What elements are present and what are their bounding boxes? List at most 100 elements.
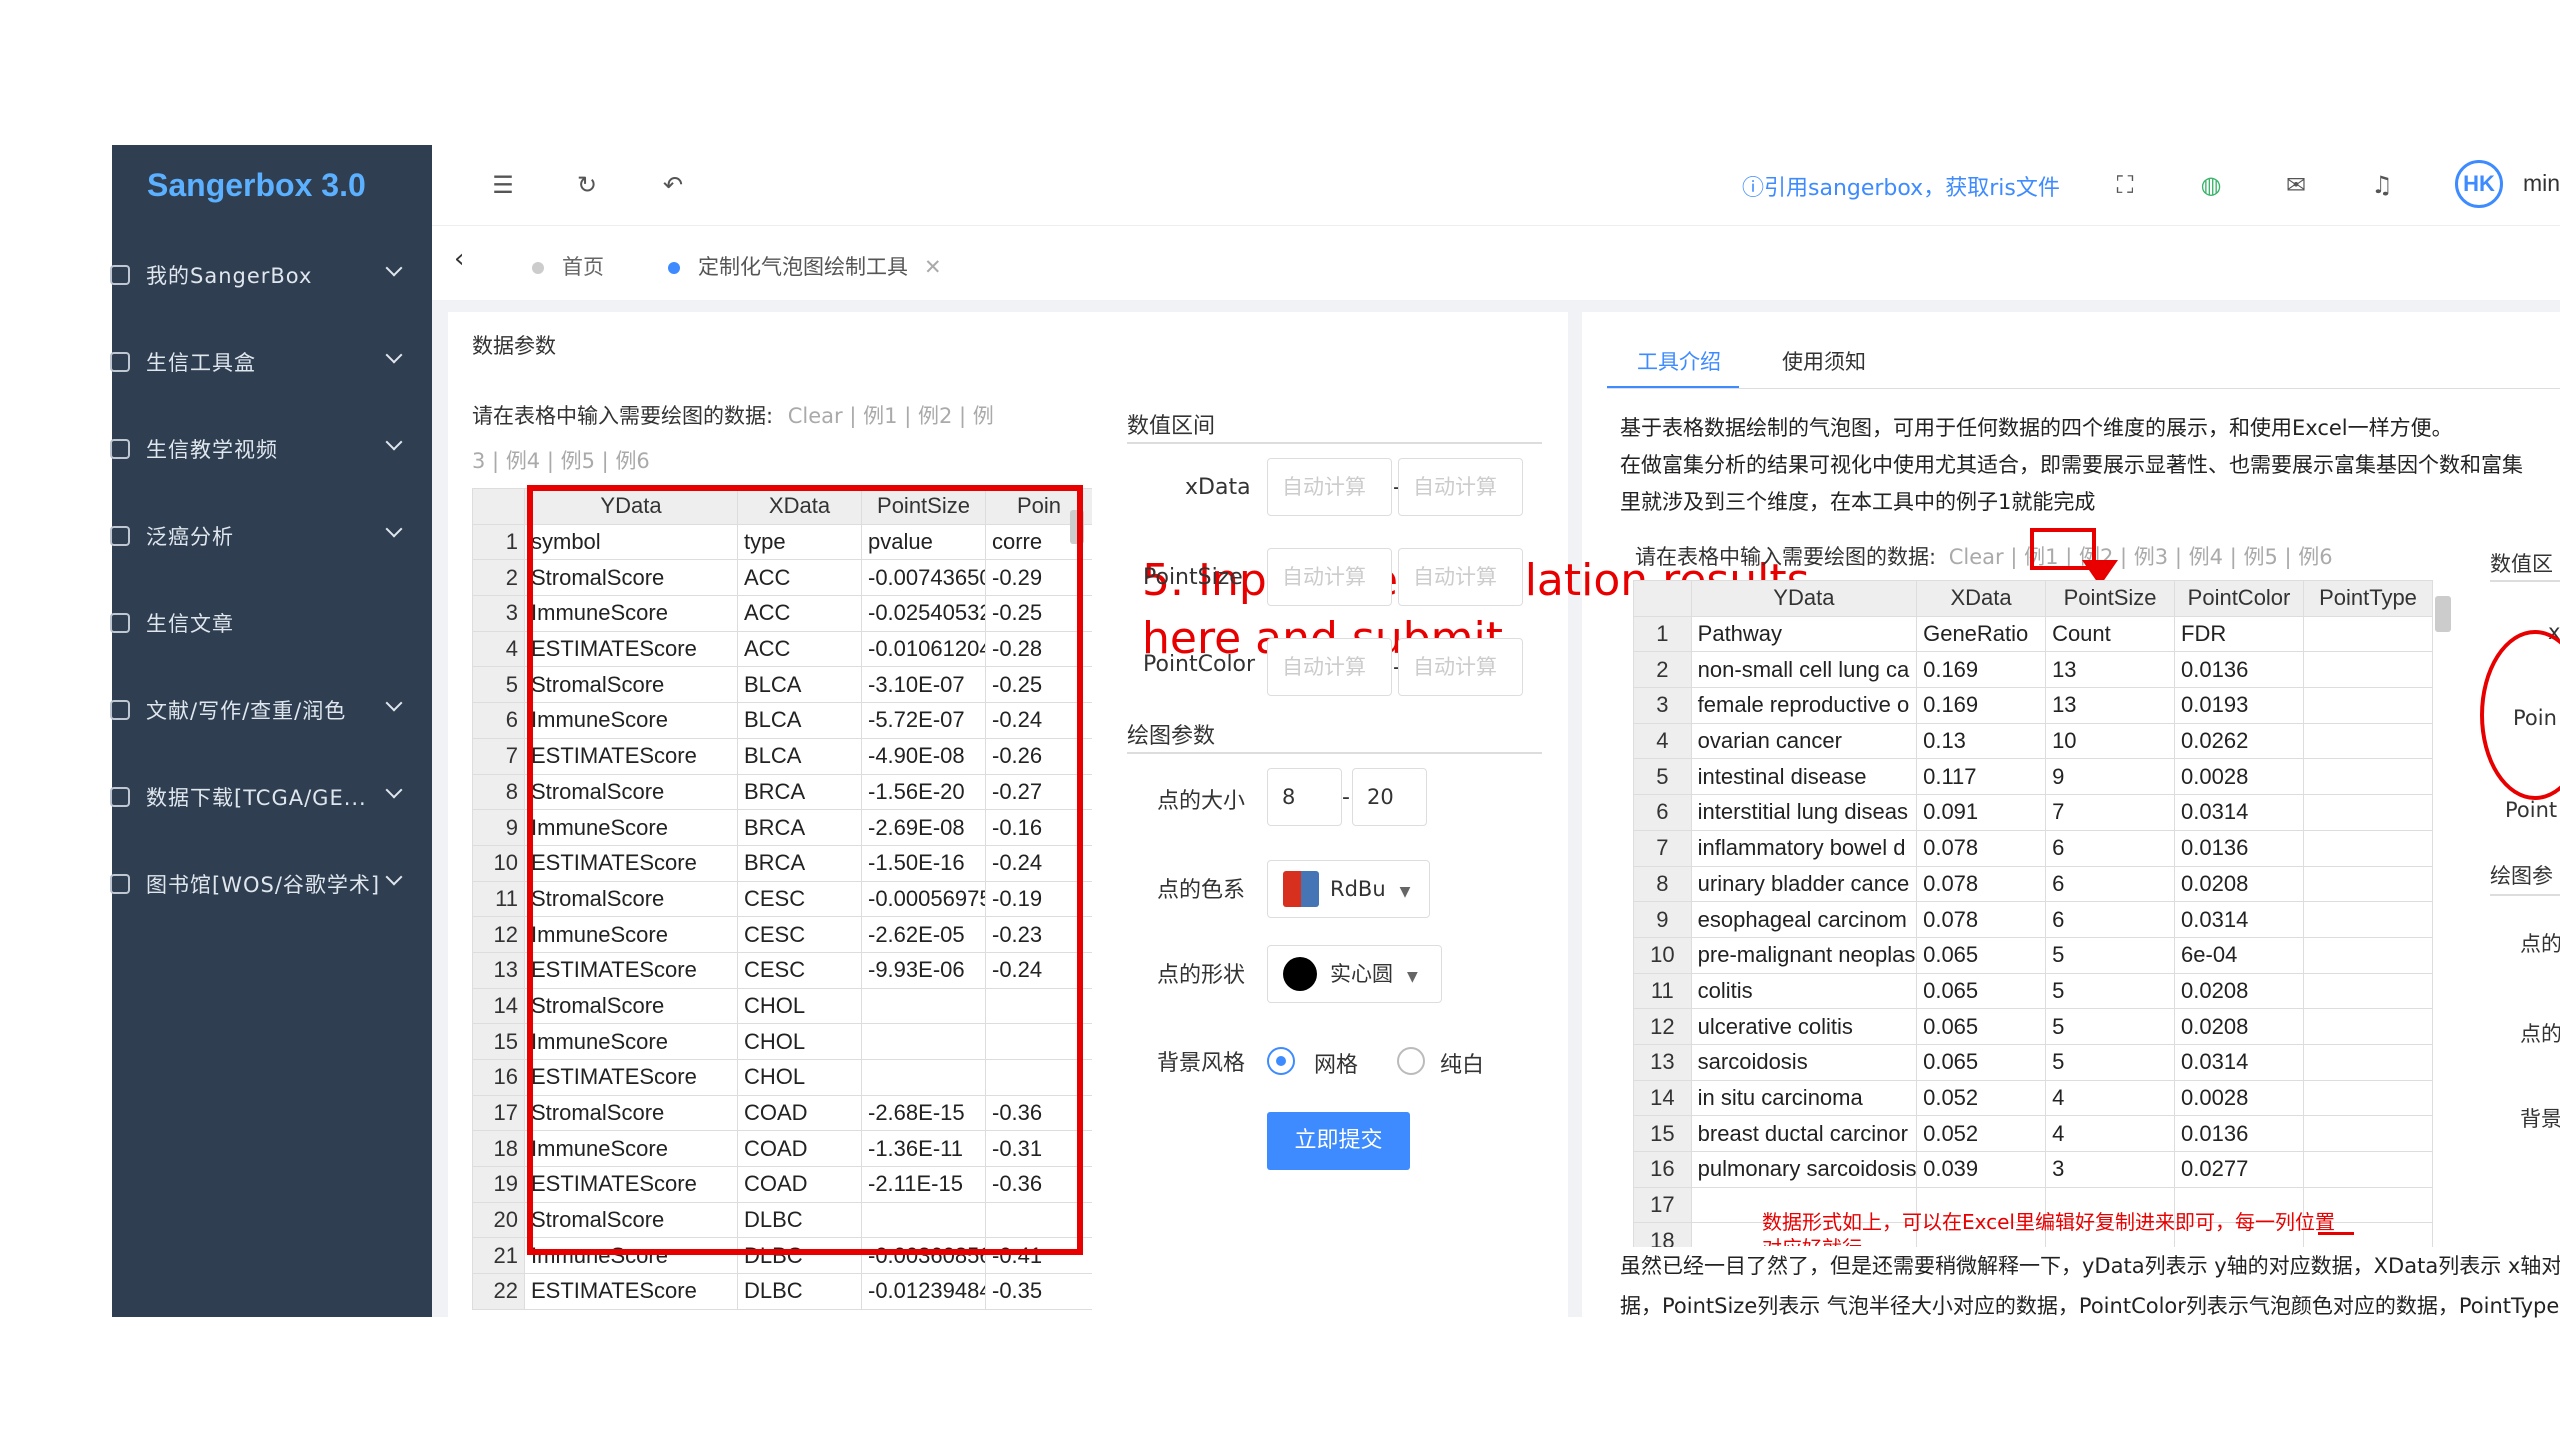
column-header[interactable]: YData — [1690, 580, 1918, 617]
table-cell[interactable]: 0.065 — [1916, 972, 2047, 1010]
column-header[interactable]: PointType — [2303, 580, 2433, 617]
table-cell[interactable]: Pathway — [1690, 615, 1918, 653]
table-cell[interactable]: 0.0208 — [2174, 972, 2304, 1010]
table-cell[interactable] — [2303, 1008, 2433, 1045]
table-cell[interactable] — [2303, 901, 2433, 938]
table-cell[interactable]: 0.078 — [1916, 865, 2047, 903]
example-3-link-num[interactable]: 3 — [472, 449, 485, 473]
table-cell[interactable]: 0.091 — [1916, 794, 2047, 831]
table-cell[interactable]: -0.35 — [985, 1273, 1092, 1310]
right-example-4-link[interactable]: 例4 — [2189, 545, 2223, 569]
table-cell[interactable]: 7 — [2045, 794, 2176, 831]
user-name[interactable]: min — [2523, 170, 2560, 197]
table-cell[interactable]: 5 — [2045, 1043, 2176, 1081]
column-header[interactable]: XData — [1916, 580, 2047, 617]
table-cell[interactable]: 0.0136 — [2174, 1115, 2304, 1152]
pointcolor-max-input[interactable]: 自动计算 — [1398, 638, 1523, 696]
table-cell[interactable]: 5 — [2045, 972, 2176, 1010]
table-cell[interactable]: 0.052 — [1916, 1115, 2047, 1152]
back-icon[interactable]: ↶ — [660, 172, 686, 198]
table-cell[interactable]: 0.117 — [1916, 758, 2047, 796]
clear-link[interactable]: Clear — [788, 404, 843, 428]
sidebar-item-1[interactable]: 我的SangerBox — [110, 232, 432, 318]
table-cell[interactable]: -0.01239484 — [861, 1273, 986, 1310]
table-cell[interactable]: 0.065 — [1916, 1008, 2047, 1045]
table-cell[interactable]: female reproductive o — [1690, 687, 1918, 724]
pointsize-max-input[interactable]: 自动计算 — [1398, 548, 1523, 606]
sidebar-item-6[interactable]: 文献/写作/查重/润色 — [110, 667, 432, 753]
table-cell[interactable]: breast ductal carcinor — [1690, 1115, 1918, 1152]
table-cell[interactable]: 0.0262 — [2174, 722, 2304, 760]
table-cell[interactable] — [2303, 1079, 2433, 1117]
table-cell[interactable]: 0.052 — [1916, 1079, 2047, 1117]
grid-scrollbar[interactable] — [2435, 596, 2451, 632]
table-cell[interactable]: ESTIMATEScore — [524, 1273, 738, 1310]
table-cell[interactable]: 13 — [2045, 651, 2176, 689]
tab-back-icon[interactable]: ‹ — [454, 244, 464, 274]
sidebar-item-8[interactable]: 图书馆[WOS/谷歌学术] — [110, 841, 432, 927]
table-cell[interactable]: 4 — [2045, 1115, 2176, 1152]
table-cell[interactable]: 0.0208 — [2174, 1008, 2304, 1045]
xdata-max-input[interactable]: 自动计算 — [1398, 458, 1523, 516]
table-cell[interactable] — [2303, 758, 2433, 796]
table-cell[interactable]: 0.169 — [1916, 651, 2047, 689]
table-cell[interactable]: FDR — [2174, 615, 2304, 653]
table-cell[interactable]: 0.0136 — [2174, 829, 2304, 867]
example-1-link[interactable]: 例1 — [863, 404, 897, 428]
bg-grid-radio[interactable] — [1267, 1047, 1295, 1075]
sidebar-item-5[interactable]: 生信文章 — [110, 580, 432, 666]
table-cell[interactable]: 5 — [2045, 936, 2176, 974]
right-example-5-link[interactable]: 例5 — [2243, 545, 2277, 569]
table-cell[interactable]: 0.078 — [1916, 901, 2047, 938]
table-cell[interactable]: 13 — [2045, 687, 2176, 724]
table-cell[interactable]: 0.13 — [1916, 722, 2047, 760]
table-cell[interactable] — [2303, 829, 2433, 867]
table-cell[interactable] — [2303, 865, 2433, 903]
table-cell[interactable] — [2303, 651, 2433, 689]
right-data-grid[interactable]: YData XData PointSize PointColor PointType 1 P… — [1633, 580, 2433, 1247]
table-cell[interactable]: inflammatory bowel d — [1690, 829, 1918, 867]
table-cell[interactable]: 0.039 — [1916, 1151, 2047, 1188]
sidebar-item-2[interactable]: 生信工具盒 — [110, 319, 432, 405]
table-cell[interactable] — [2303, 794, 2433, 831]
table-cell[interactable]: 0.065 — [1916, 936, 2047, 974]
table-cell[interactable]: 6e-04 — [2174, 936, 2304, 974]
table-cell[interactable]: 6 — [2045, 901, 2176, 938]
table-cell[interactable]: 6 — [2045, 829, 2176, 867]
table-cell[interactable]: 3 — [2045, 1151, 2176, 1188]
table-cell[interactable]: 6 — [2045, 865, 2176, 903]
app-logo[interactable]: Sangerbox 3.0 — [147, 167, 366, 204]
table-cell[interactable] — [2303, 687, 2433, 724]
tab-notes[interactable]: 使用须知 — [1782, 346, 1866, 376]
bg-white-radio[interactable] — [1397, 1047, 1425, 1075]
table-cell[interactable]: 4 — [2045, 1079, 2176, 1117]
table-cell[interactable]: interstitial lung diseas — [1690, 794, 1918, 831]
size-min-input[interactable]: 8 — [1267, 768, 1342, 826]
example-3-link-part[interactable]: 例 — [973, 404, 994, 428]
table-cell[interactable]: 0.065 — [1916, 1043, 2047, 1081]
table-cell[interactable]: 0.0277 — [2174, 1151, 2304, 1188]
avatar[interactable]: HK — [2455, 160, 2503, 208]
table-cell[interactable]: intestinal disease — [1690, 758, 1918, 796]
mail-icon[interactable]: ✉ — [2283, 172, 2309, 198]
table-cell[interactable] — [2303, 1115, 2433, 1152]
tab-intro[interactable]: 工具介绍 — [1637, 346, 1721, 376]
table-cell[interactable]: 9 — [2045, 758, 2176, 796]
table-cell[interactable]: in situ carcinoma — [1690, 1079, 1918, 1117]
xdata-min-input[interactable]: 自动计算 — [1267, 458, 1392, 516]
table-cell[interactable]: GeneRatio — [1916, 615, 2047, 653]
sidebar-item-7[interactable]: 数据下载[TCGA/GE... — [110, 754, 432, 840]
tab-home[interactable]: 首页 — [532, 251, 604, 281]
table-cell[interactable]: Count — [2045, 615, 2176, 653]
sidebar-item-3[interactable]: 生信教学视频 — [110, 406, 432, 492]
example-2-link[interactable]: 例2 — [918, 404, 952, 428]
table-cell[interactable]: 10 — [2045, 722, 2176, 760]
table-cell[interactable]: 5 — [2045, 1008, 2176, 1045]
example-6-link[interactable]: 例6 — [615, 449, 649, 473]
cite-link[interactable]: ⓘ引用sangerbox，获取ris文件 — [1742, 170, 2060, 202]
table-cell[interactable]: 0.0028 — [2174, 1079, 2304, 1117]
close-icon[interactable]: ✕ — [924, 255, 942, 279]
table-cell[interactable]: 0.0193 — [2174, 687, 2304, 724]
column-header[interactable]: PointColor — [2174, 580, 2304, 617]
table-cell[interactable]: 0.0314 — [2174, 794, 2304, 831]
